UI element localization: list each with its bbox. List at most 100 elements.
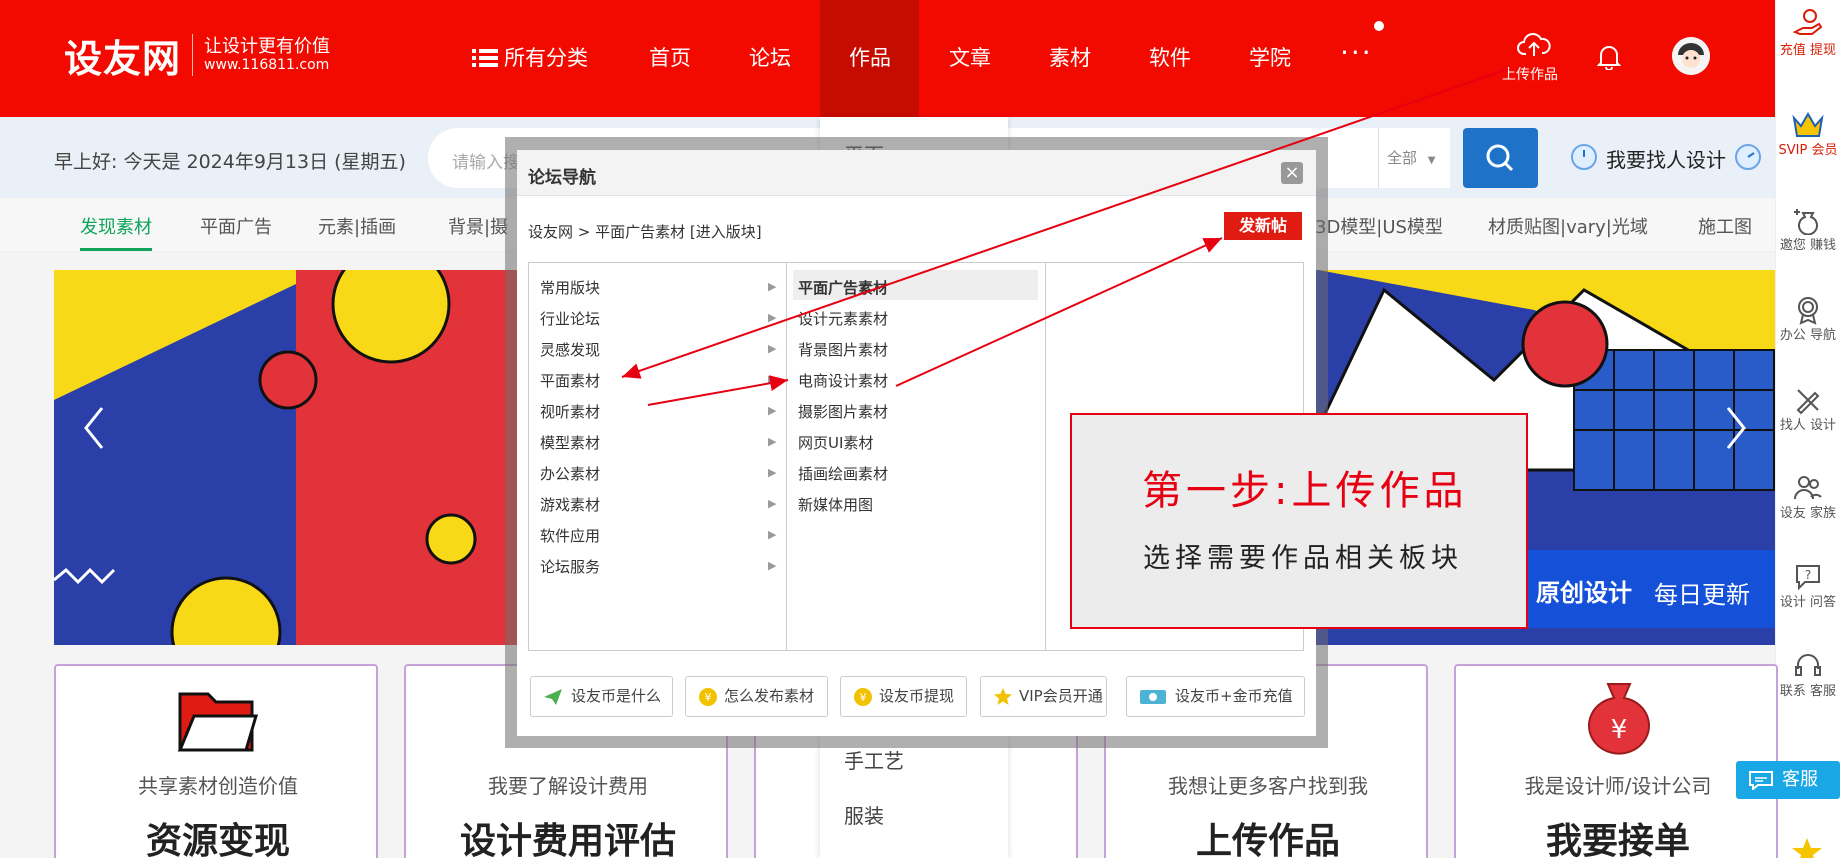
- user-avatar[interactable]: [1672, 37, 1710, 75]
- callout-subtitle: 选择需要作品相关板块: [1143, 543, 1463, 574]
- chevron-right-icon: ▶: [768, 435, 777, 448]
- forum-group-item[interactable]: 办公素材: [540, 463, 600, 484]
- chevron-right-icon: ▶: [768, 373, 777, 386]
- people-icon: [1794, 476, 1822, 500]
- nav-articles[interactable]: 文章: [940, 0, 1000, 117]
- right-bar-find-designer[interactable]: 找人 设计: [1775, 385, 1841, 435]
- nav-academy[interactable]: 学院: [1240, 0, 1300, 117]
- pane-divider: [786, 262, 787, 651]
- forum-group-item[interactable]: 常用版块: [540, 277, 600, 298]
- find-designer-link[interactable]: 我要找人设计: [1606, 144, 1726, 173]
- money-bag-icon: [1794, 209, 1818, 235]
- dialog-close-button[interactable]: ×: [1281, 162, 1303, 184]
- cat-tab-backgrounds[interactable]: 背景|摄: [448, 213, 508, 239]
- publish-guide-button[interactable]: ¥ 怎么发布素材: [685, 676, 828, 717]
- stopwatch-icon: [1571, 144, 1597, 170]
- cash-icon: [1140, 690, 1166, 704]
- coin-recharge-button[interactable]: 设友币+金币充值: [1126, 676, 1305, 717]
- right-bar-qa[interactable]: ? 设计 问答: [1775, 562, 1841, 612]
- nav-materials[interactable]: 素材: [1040, 0, 1100, 117]
- right-bar-contact-label: 联系 客服: [1779, 684, 1837, 699]
- logo-slogan: 让设计更有价值: [204, 36, 330, 57]
- forum-group-item[interactable]: 游戏素材: [540, 494, 600, 515]
- cloud-upload-icon[interactable]: [1517, 32, 1551, 60]
- forum-section-item[interactable]: 背景图片素材: [798, 339, 888, 360]
- forum-group-item[interactable]: 灵感发现: [540, 339, 600, 360]
- bell-icon[interactable]: [1597, 44, 1621, 70]
- banner-prev-button[interactable]: [80, 420, 120, 480]
- svg-text:¥: ¥: [1611, 715, 1628, 745]
- coin-withdraw-label: 设友币提现: [879, 687, 955, 705]
- customer-service-button[interactable]: 客服: [1736, 761, 1840, 799]
- forum-group-item[interactable]: 模型素材: [540, 432, 600, 453]
- forum-group-item[interactable]: 行业论坛: [540, 308, 600, 329]
- forum-section-item[interactable]: 电商设计素材: [798, 370, 888, 391]
- cat-tab-textures[interactable]: 材质贴图|vary|光域: [1488, 213, 1648, 239]
- dialog-title-bar: [517, 150, 1316, 196]
- forum-group-item[interactable]: 视听素材: [540, 401, 600, 422]
- chevron-right-icon: ▶: [768, 528, 777, 541]
- customer-service-label: 客服: [1782, 769, 1818, 790]
- forum-section-item[interactable]: 插画绘画素材: [798, 463, 888, 484]
- right-bar-family[interactable]: 设友 家族: [1775, 473, 1841, 523]
- cat-tab-construction[interactable]: 施工图: [1698, 213, 1752, 239]
- right-bar-family-label: 设友 家族: [1779, 506, 1837, 521]
- star-icon[interactable]: [1791, 838, 1823, 858]
- right-bar-qa-label: 设计 问答: [1779, 595, 1837, 610]
- forum-section-item[interactable]: 平面广告素材: [798, 277, 888, 298]
- right-bar-office-nav-label: 办公 导航: [1779, 328, 1837, 343]
- card-take-orders[interactable]: ¥ 我是设计师/设计公司 我要接单: [1454, 664, 1778, 858]
- works-dropdown-item[interactable]: 手工艺: [844, 745, 904, 774]
- vip-open-label: VIP会员开通: [1019, 687, 1103, 705]
- cat-tab-3d-models[interactable]: 3D模型|US模型: [1315, 213, 1443, 239]
- right-bar-office-nav[interactable]: 办公 导航: [1775, 295, 1841, 345]
- forum-group-item[interactable]: 论坛服务: [540, 556, 600, 577]
- card-sub-text: 共享素材创造价值: [138, 774, 298, 798]
- breadcrumb[interactable]: 设友网 > 平面广告素材 [进入版块]: [528, 221, 762, 242]
- chat-icon: [1749, 771, 1773, 790]
- nav-more-button[interactable]: ···: [1340, 36, 1373, 69]
- card-main-text: 设计费用评估: [459, 821, 676, 858]
- cat-tab-print-ads[interactable]: 平面广告: [200, 213, 272, 239]
- banner-sub: 每日更新: [1654, 581, 1750, 609]
- works-dropdown-item[interactable]: 服装: [844, 800, 884, 829]
- nav-home[interactable]: 首页: [640, 0, 700, 117]
- banner-next-button[interactable]: [1712, 420, 1752, 480]
- forum-group-item[interactable]: 平面素材: [540, 370, 600, 391]
- nav-forum[interactable]: 论坛: [740, 0, 800, 117]
- search-scope-select[interactable]: 全部 ▼: [1378, 128, 1450, 188]
- notification-dot: [1374, 21, 1384, 31]
- coin-withdraw-button[interactable]: ¥ 设友币提现: [840, 676, 967, 717]
- new-post-button[interactable]: 发新帖: [1224, 212, 1302, 240]
- forum-group-item[interactable]: 软件应用: [540, 525, 600, 546]
- forum-section-item[interactable]: 网页UI素材: [798, 432, 873, 453]
- vip-open-button[interactable]: VIP会员开通: [980, 676, 1107, 717]
- right-bar-svip[interactable]: SVIP 会员: [1775, 110, 1841, 160]
- card-resource-monetize[interactable]: 共享素材创造价值 资源变现: [54, 664, 378, 858]
- upload-works-link[interactable]: 上传作品: [1502, 64, 1558, 84]
- forum-section-item[interactable]: 新媒体用图: [798, 494, 873, 515]
- caret-down-icon: ▼: [1427, 155, 1436, 166]
- coin-info-button[interactable]: 设友币是什么: [530, 676, 673, 717]
- right-bar-contact[interactable]: 联系 客服: [1775, 651, 1841, 701]
- cat-tab-elements[interactable]: 元素|插画: [318, 213, 396, 239]
- logo-url: www.116811.com: [204, 57, 330, 73]
- forum-section-item[interactable]: 摄影图片素材: [798, 401, 888, 422]
- search-button[interactable]: [1463, 128, 1538, 188]
- callout-title: 第一步:上传作品: [1142, 468, 1468, 514]
- nav-software[interactable]: 软件: [1140, 0, 1200, 117]
- right-bar-recharge[interactable]: 充值 提现: [1775, 8, 1841, 60]
- nav-works[interactable]: 作品: [840, 0, 900, 117]
- coin-info-label: 设友币是什么: [571, 687, 662, 705]
- forum-section-item[interactable]: 设计元素素材: [798, 308, 888, 329]
- folder-icon: [177, 692, 259, 752]
- nav-all-categories[interactable]: 所有分类: [504, 0, 594, 117]
- right-bar-invite[interactable]: 邀您 赚钱: [1775, 205, 1841, 255]
- chevron-right-icon: ▶: [768, 280, 777, 293]
- star-icon: [994, 688, 1012, 705]
- greeting-text: 早上好: 今天是 2024年9月13日 (星期五): [54, 151, 406, 173]
- site-logo[interactable]: 设友网: [64, 28, 181, 83]
- headset-icon: [1795, 654, 1821, 676]
- cat-tab-discover[interactable]: 发现素材: [80, 213, 152, 239]
- stopwatch-icon-right: [1735, 144, 1761, 170]
